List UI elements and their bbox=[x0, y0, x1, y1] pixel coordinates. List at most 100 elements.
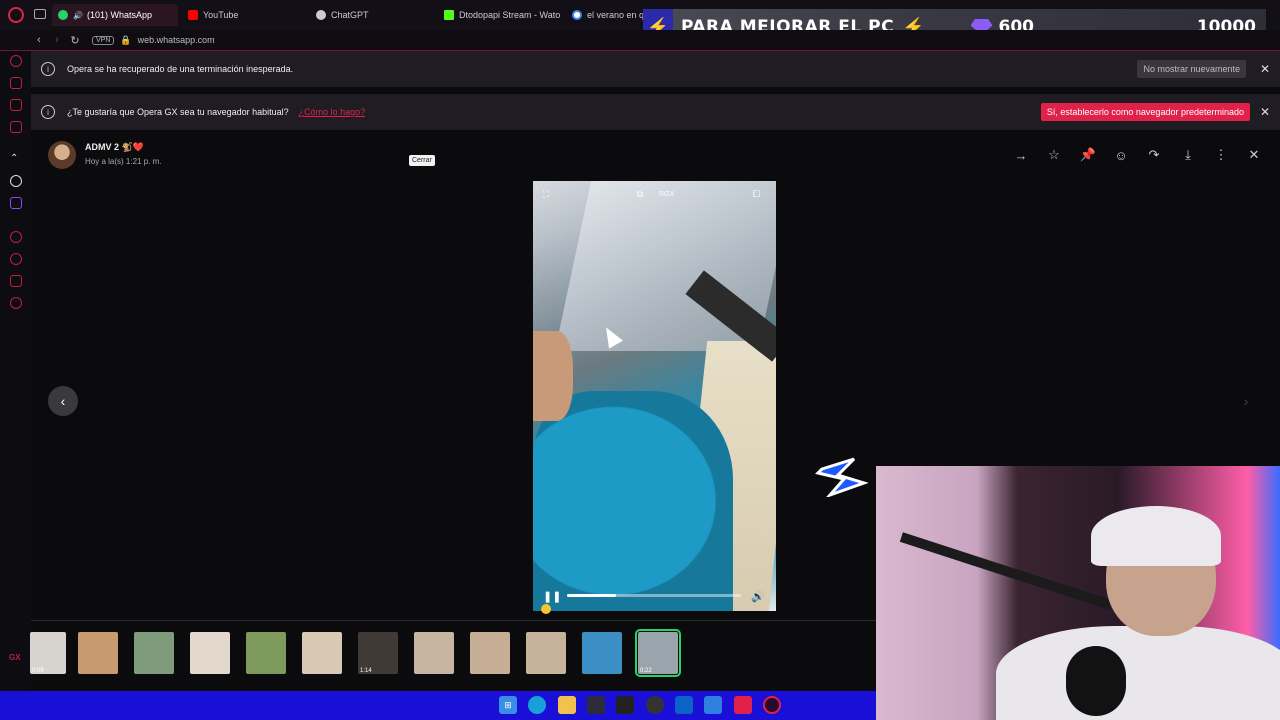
screen: 🔊 (101) WhatsApp YouTube ChatGPT Dtodopa… bbox=[0, 0, 1280, 720]
steam-icon[interactable] bbox=[646, 696, 664, 714]
gx-control-icon[interactable] bbox=[10, 55, 22, 67]
popout-icon[interactable]: ⧠ bbox=[753, 189, 760, 200]
opera-logo-icon[interactable] bbox=[8, 7, 24, 23]
volume-icon[interactable]: 🔊 bbox=[751, 590, 765, 603]
streamer-body bbox=[996, 626, 1280, 720]
media-thumbnail[interactable] bbox=[582, 632, 622, 674]
tab-kick[interactable]: Dtodopapi Stream - Wato bbox=[438, 4, 562, 26]
next-media-button[interactable]: › bbox=[1231, 386, 1261, 416]
tab-label: ChatGPT bbox=[331, 10, 369, 20]
crash-message: Opera se ha recuperado de una terminació… bbox=[67, 64, 294, 74]
mic-arm bbox=[899, 532, 1113, 610]
aria-icon[interactable]: ⌃ bbox=[10, 153, 22, 165]
chatgpt-sidebar-icon[interactable] bbox=[10, 175, 22, 187]
media-thumbnail[interactable] bbox=[302, 632, 342, 674]
forward-icon[interactable]: ↷ bbox=[1146, 147, 1162, 163]
twitch-icon[interactable] bbox=[10, 197, 22, 209]
lock-icon[interactable]: 🔒 bbox=[120, 35, 131, 46]
tab-menu-icon[interactable] bbox=[34, 9, 46, 19]
tab-strip: 🔊 (101) WhatsApp YouTube ChatGPT Dtodopa… bbox=[0, 0, 1280, 45]
url-field[interactable]: web.whatsapp.com bbox=[138, 35, 215, 45]
tab-label: Dtodopapi Stream - Wato bbox=[459, 10, 561, 20]
pause-icon[interactable]: ❚❚ bbox=[543, 590, 561, 603]
video-progress-fill bbox=[567, 594, 616, 597]
crash-recovery-bar: i Opera se ha recuperado de una terminac… bbox=[31, 51, 1280, 87]
star-icon[interactable]: ☆ bbox=[1046, 147, 1062, 163]
avatar[interactable] bbox=[48, 141, 76, 169]
emoji-icon[interactable]: ☺ bbox=[1113, 147, 1129, 163]
settings-icon[interactable] bbox=[10, 297, 22, 309]
video-badge: RGX bbox=[659, 191, 675, 198]
tab-label: YouTube bbox=[203, 10, 239, 20]
back-icon[interactable]: ‹ bbox=[30, 34, 48, 46]
sidebar: ⌃ GX bbox=[0, 51, 31, 691]
pin-icon[interactable]: 📌 bbox=[1080, 147, 1096, 163]
media-thumbnail[interactable] bbox=[78, 632, 118, 674]
media-thumbnail[interactable] bbox=[134, 632, 174, 674]
file-explorer-icon[interactable] bbox=[558, 696, 576, 714]
close-icon[interactable]: ✕ bbox=[1260, 105, 1270, 119]
messenger-icon[interactable] bbox=[10, 99, 22, 111]
media-thumbnail[interactable] bbox=[190, 632, 230, 674]
previous-media-button[interactable]: ‹ bbox=[48, 386, 78, 416]
sender-name: ADMV 2 🐒❤️ bbox=[85, 142, 144, 153]
media-thumbnail[interactable] bbox=[246, 632, 286, 674]
tab-label: el verano en qu bbox=[587, 10, 646, 20]
reaction-emoji bbox=[541, 604, 551, 614]
vpn-badge[interactable]: VPN bbox=[92, 35, 115, 45]
tab-label: (101) WhatsApp bbox=[86, 10, 152, 20]
tooltip: Cerrar bbox=[409, 155, 435, 166]
pinboard-icon[interactable] bbox=[10, 275, 22, 287]
default-browser-message: ¿Te gustaría que Opera GX sea tu navegad… bbox=[67, 107, 289, 117]
microphone bbox=[1066, 646, 1126, 716]
app-store-icon[interactable] bbox=[704, 696, 722, 714]
reload-icon[interactable]: ↻ bbox=[66, 34, 84, 47]
media-thumbnail[interactable]: 1:14 bbox=[358, 632, 398, 674]
edge-icon[interactable] bbox=[528, 696, 546, 714]
address-bar: ‹ › ↻ VPN 🔒 web.whatsapp.com bbox=[0, 30, 1280, 50]
pip-icon[interactable]: ⧉ bbox=[637, 189, 643, 200]
media-thumbnail[interactable]: 0:09 bbox=[30, 632, 66, 674]
tiktok-icon[interactable] bbox=[734, 696, 752, 714]
streamer-cap bbox=[1091, 506, 1221, 566]
forward-icon[interactable]: › bbox=[48, 34, 66, 46]
close-viewer-icon[interactable]: ✕ bbox=[1246, 147, 1262, 163]
set-default-button[interactable]: Sí, establecerlo como navegador predeter… bbox=[1040, 103, 1250, 121]
media-thumbnail[interactable]: 0:22 bbox=[635, 629, 681, 677]
video-progress[interactable] bbox=[567, 594, 741, 597]
default-browser-bar: i ¿Te gustaría que Opera GX sea tu naveg… bbox=[31, 94, 1280, 130]
outlook-icon[interactable] bbox=[675, 696, 693, 714]
media-thumbnail[interactable] bbox=[526, 632, 566, 674]
video-player[interactable]: ⛶ ⧉ RGX ⧠ ❚❚ 🔊 bbox=[533, 181, 776, 611]
media-thumbnail[interactable] bbox=[470, 632, 510, 674]
dont-show-again-button[interactable]: No mostrar nuevamente bbox=[1137, 60, 1246, 78]
close-icon[interactable]: ✕ bbox=[1260, 62, 1270, 76]
gx-corner-icon[interactable] bbox=[10, 121, 22, 133]
fullscreen-icon[interactable]: ⛶ bbox=[543, 189, 549, 200]
sender-label: ADMV 2 bbox=[85, 142, 120, 152]
download-icon[interactable]: ⤓ bbox=[1180, 147, 1196, 163]
media-thumbnail[interactable] bbox=[414, 632, 454, 674]
tab-whatsapp[interactable]: 🔊 (101) WhatsApp bbox=[52, 4, 178, 26]
lightning-logo-icon bbox=[815, 457, 869, 497]
youtube-icon bbox=[188, 10, 198, 20]
webcam-overlay bbox=[876, 466, 1280, 720]
player-icon[interactable] bbox=[10, 231, 22, 243]
opera-gx-icon[interactable] bbox=[763, 696, 781, 714]
how-to-link[interactable]: ¿Cómo lo hago? bbox=[299, 107, 366, 117]
store-icon[interactable] bbox=[587, 696, 605, 714]
thumbnail-duration: 0:22 bbox=[640, 668, 652, 674]
go-to-message-icon[interactable]: → bbox=[1013, 147, 1029, 163]
history-icon[interactable] bbox=[10, 253, 22, 265]
message-time: Hoy a la(s) 1:21 p. m. bbox=[85, 157, 162, 166]
shop-icon[interactable] bbox=[10, 77, 22, 89]
windows-start-icon[interactable]: ⊞ bbox=[499, 696, 517, 714]
epic-games-icon[interactable] bbox=[616, 696, 634, 714]
tab-youtube[interactable]: YouTube bbox=[182, 4, 302, 26]
speaker-icon[interactable]: 🔊 bbox=[73, 11, 83, 20]
kick-icon bbox=[444, 10, 454, 20]
tab-google[interactable]: el verano en qu bbox=[566, 4, 646, 26]
tab-chatgpt[interactable]: ChatGPT bbox=[310, 4, 430, 26]
more-options-icon[interactable]: ⋮ bbox=[1213, 147, 1229, 163]
whatsapp-icon bbox=[58, 10, 68, 20]
